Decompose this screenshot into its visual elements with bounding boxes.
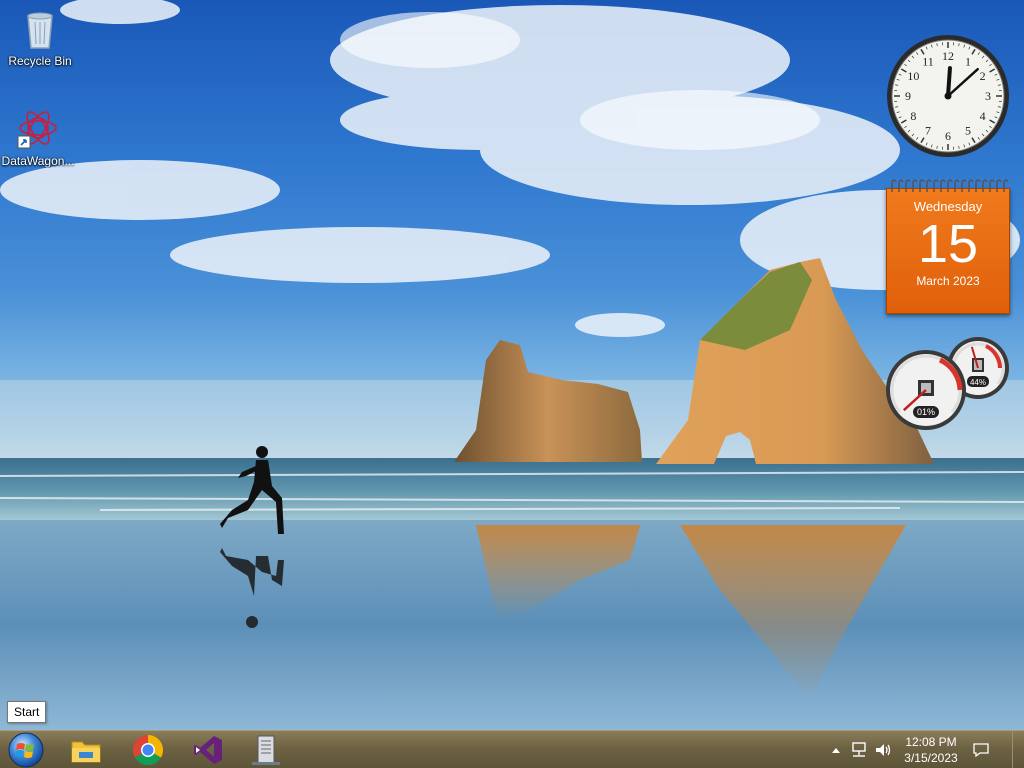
- calendar-ring: [975, 179, 981, 192]
- taskbar-chrome[interactable]: [120, 732, 176, 767]
- calendar-ring: [926, 179, 932, 192]
- chevron-up-icon: [832, 747, 840, 753]
- taskbar-date: 3/15/2023: [904, 751, 958, 765]
- calendar-ring: [891, 179, 897, 192]
- clock-numeral: 8: [910, 109, 916, 123]
- taskbar-server-manager[interactable]: [238, 732, 294, 767]
- calendar-ring: [1003, 179, 1009, 192]
- calendar-ring: [954, 179, 960, 192]
- calendar-gadget[interactable]: Wednesday 15 March 2023: [886, 178, 1010, 314]
- calendar-ring: [933, 179, 939, 192]
- show-desktop-button[interactable]: [1012, 731, 1024, 768]
- chrome-icon: [132, 734, 164, 765]
- analog-clock-face: 12 12 3 45678 9 1011: [887, 35, 1009, 157]
- taskbar-time: 12:08 PM: [905, 735, 957, 749]
- desktop-icon-recycle-bin[interactable]: Recycle Bin: [2, 4, 78, 68]
- calendar-ring: [905, 179, 911, 192]
- wallpaper-scene: [0, 0, 1024, 730]
- clock-numeral: 10: [907, 69, 919, 83]
- clock-numeral: 7: [925, 124, 931, 138]
- recycle-bin-label: Recycle Bin: [8, 54, 72, 68]
- datawagon-shortcut-icon: [14, 104, 62, 152]
- calendar-ring: [898, 179, 904, 192]
- taskbar-clock[interactable]: 12:08 PM 3/15/2023: [896, 734, 966, 766]
- calendar-ring: [996, 179, 1002, 192]
- clock-numeral: 2: [980, 69, 986, 83]
- volume-icon: [876, 743, 891, 756]
- clock-numeral: 4: [980, 109, 986, 123]
- calendar-day: 15: [917, 214, 979, 274]
- clock-numeral: 9: [905, 89, 911, 103]
- calendar-ring: [961, 179, 967, 192]
- taskbar: 12:08 PM 3/15/2023: [0, 730, 1024, 768]
- desktop-icon-datawagon[interactable]: DataWagon...: [0, 104, 76, 168]
- server-icon: [252, 735, 280, 765]
- cpu-meter-dials: 44% 01%: [886, 337, 1009, 430]
- clock-gadget[interactable]: 12 1 2 3 4 5 6 7 8 9 10 11: [886, 34, 1010, 158]
- calendar-ring: [919, 179, 925, 192]
- memory-percent-text: 44%: [970, 378, 986, 387]
- calendar-ring: [940, 179, 946, 192]
- calendar-month-year: March 2023: [916, 274, 980, 288]
- calendar-weekday: Wednesday: [913, 199, 983, 214]
- clock-numeral: 5: [965, 124, 971, 138]
- action-center-button[interactable]: [964, 731, 998, 768]
- calendar-page: Wednesday 15 March 2023: [886, 188, 1010, 314]
- calendar-binding-rings: [891, 179, 1009, 192]
- cpu-percent-text: 01%: [917, 407, 935, 417]
- clock-numeral: 1: [965, 54, 971, 68]
- calendar-ring: [989, 179, 995, 192]
- calendar-ring: [912, 179, 918, 192]
- start-button[interactable]: [4, 731, 48, 768]
- desktop-wallpaper: [0, 0, 1024, 730]
- show-hidden-icons-button[interactable]: [828, 731, 844, 768]
- calendar-ring: [947, 179, 953, 192]
- calendar-ring: [982, 179, 988, 192]
- taskbar-file-explorer[interactable]: [58, 732, 114, 767]
- notification-icon: [973, 742, 989, 757]
- visual-studio-icon: [194, 735, 222, 764]
- datawagon-label: DataWagon...: [1, 154, 75, 168]
- clock-numeral: 6: [945, 129, 951, 143]
- clock-numeral: 3: [985, 89, 991, 103]
- folder-icon: [71, 741, 101, 762]
- cpu-meter-gadget[interactable]: 44% 01%: [886, 336, 1012, 432]
- clock-numeral: 11: [922, 54, 934, 68]
- windows-orb-icon: [8, 732, 44, 768]
- calendar-ring: [968, 179, 974, 192]
- network-icon: [852, 741, 866, 757]
- clock-numeral: 12: [942, 49, 954, 63]
- network-tray-button[interactable]: [848, 731, 870, 768]
- start-tooltip: Start: [7, 701, 47, 723]
- volume-tray-button[interactable]: [872, 731, 894, 768]
- clock-hour-hand: [946, 66, 952, 98]
- taskbar-visual-studio[interactable]: [180, 732, 236, 767]
- recycle-bin-icon: [16, 4, 64, 52]
